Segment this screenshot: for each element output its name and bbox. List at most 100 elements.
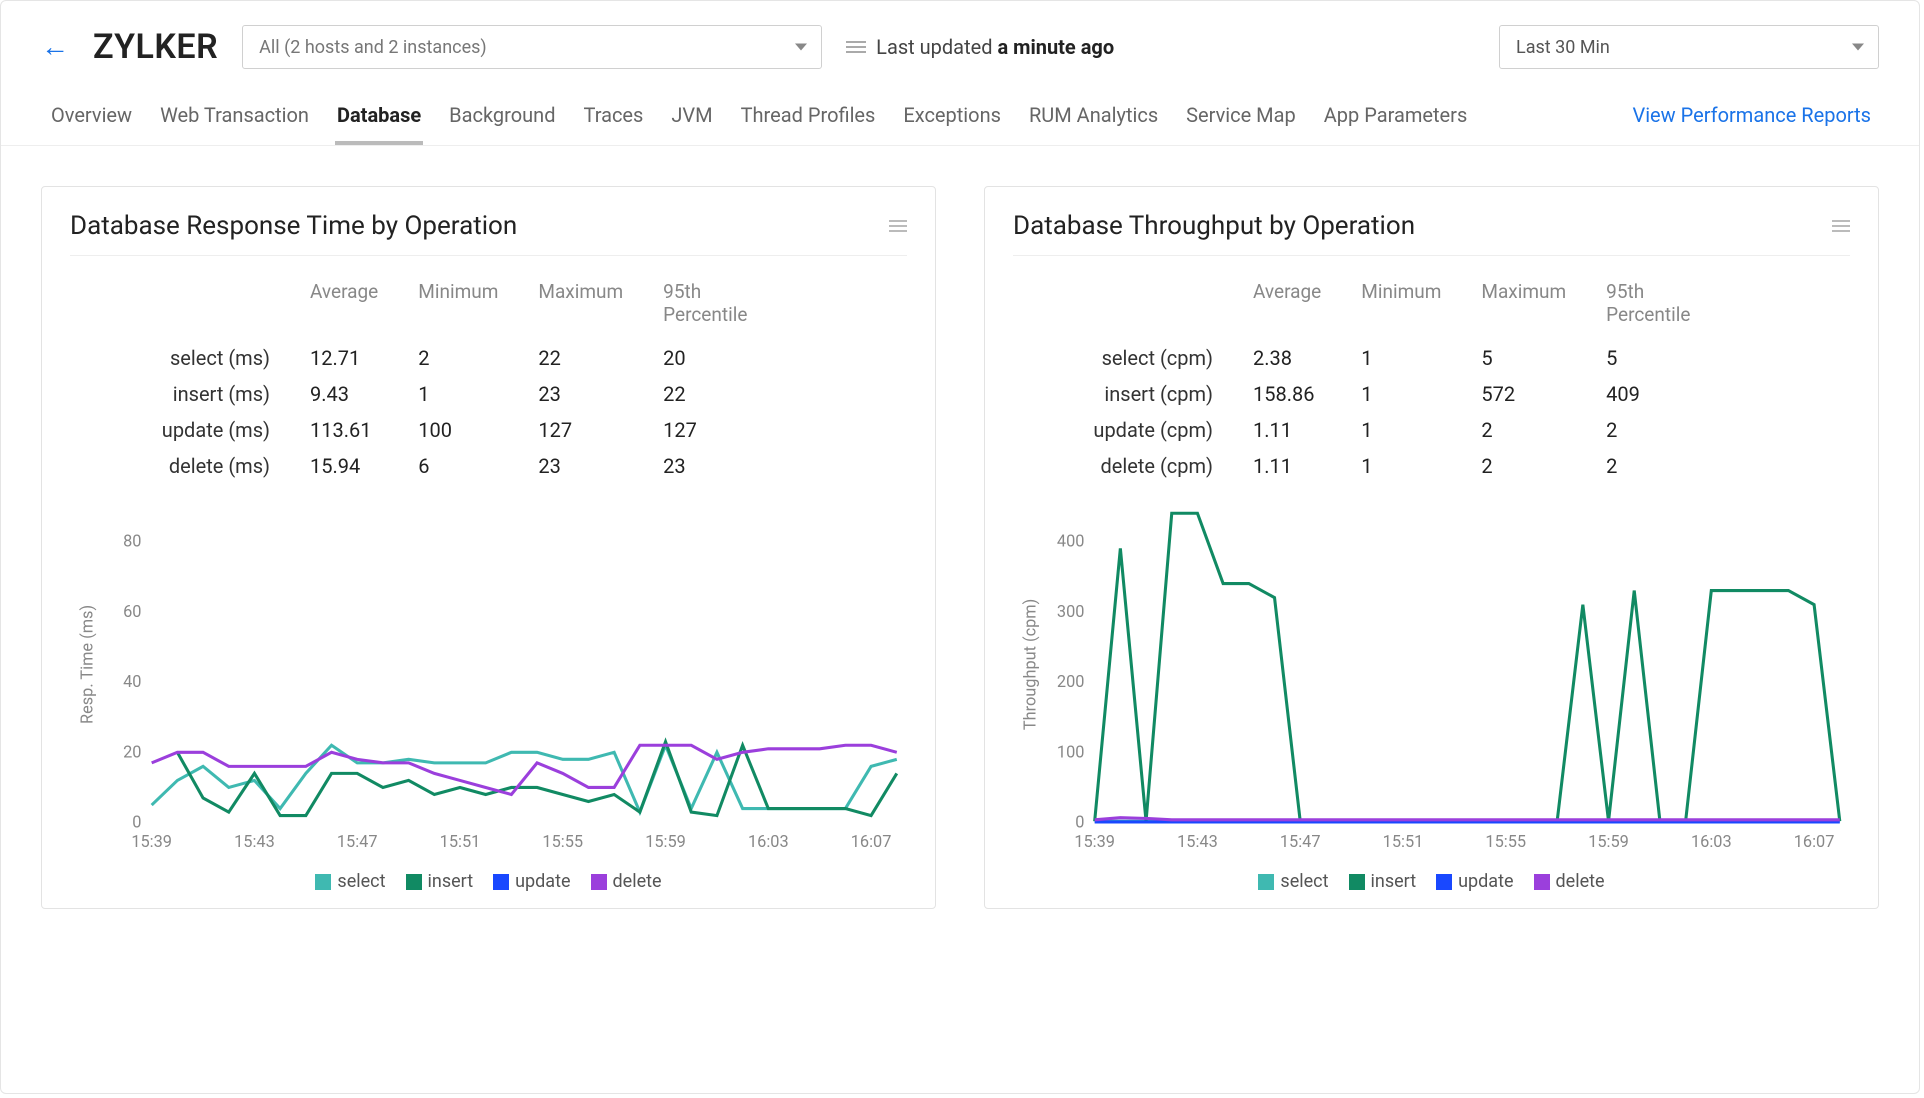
tab-service-map[interactable]: Service Map bbox=[1184, 93, 1298, 145]
cell-avg: 158.86 bbox=[1233, 376, 1341, 412]
menu-icon[interactable] bbox=[846, 38, 866, 56]
row-label: update (ms) bbox=[130, 412, 290, 448]
svg-text:20: 20 bbox=[123, 742, 141, 761]
legend-item-update[interactable]: update bbox=[493, 871, 570, 892]
col-header: Maximum bbox=[1461, 274, 1586, 340]
tab-background[interactable]: Background bbox=[447, 93, 557, 145]
time-range-select[interactable]: Last 30 Min bbox=[1499, 25, 1879, 69]
legend-item-select[interactable]: select bbox=[1258, 871, 1328, 892]
row-label: insert (cpm) bbox=[1073, 376, 1233, 412]
legend-item-update[interactable]: update bbox=[1436, 871, 1513, 892]
cell-avg: 9.43 bbox=[290, 376, 398, 412]
svg-text:15:47: 15:47 bbox=[1280, 832, 1321, 851]
col-header: 95thPercentile bbox=[643, 274, 763, 340]
legend-swatch bbox=[493, 874, 509, 890]
cell-max: 2 bbox=[1461, 412, 1586, 448]
panel-throughput: Database Throughput by Operation Average… bbox=[984, 186, 1879, 909]
svg-text:80: 80 bbox=[123, 531, 141, 550]
tab-rum-analytics[interactable]: RUM Analytics bbox=[1027, 93, 1160, 145]
cell-max: 22 bbox=[518, 340, 643, 376]
legend-label: select bbox=[337, 871, 385, 892]
panel-menu-icon[interactable] bbox=[889, 217, 907, 235]
panel-menu-icon[interactable] bbox=[1832, 217, 1850, 235]
cell-avg: 12.71 bbox=[290, 340, 398, 376]
legend-swatch bbox=[406, 874, 422, 890]
legend-item-select[interactable]: select bbox=[315, 871, 385, 892]
cell-max: 23 bbox=[518, 376, 643, 412]
host-filter-select[interactable]: All (2 hosts and 2 instances) bbox=[242, 25, 822, 69]
tab-thread-profiles[interactable]: Thread Profiles bbox=[739, 93, 878, 145]
svg-text:0: 0 bbox=[1075, 813, 1084, 832]
legend-label: delete bbox=[613, 871, 662, 892]
tab-exceptions[interactable]: Exceptions bbox=[901, 93, 1003, 145]
cell-min: 1 bbox=[1341, 412, 1461, 448]
col-header: 95thPercentile bbox=[1586, 274, 1706, 340]
host-filter-value: All (2 hosts and 2 instances) bbox=[259, 37, 487, 58]
legend-swatch bbox=[591, 874, 607, 890]
svg-text:15:55: 15:55 bbox=[1485, 832, 1526, 851]
last-updated-prefix: Last updated bbox=[876, 35, 997, 59]
legend-swatch bbox=[1349, 874, 1365, 890]
cell-max: 5 bbox=[1461, 340, 1586, 376]
tab-app-parameters[interactable]: App Parameters bbox=[1322, 93, 1470, 145]
cell-min: 1 bbox=[1341, 448, 1461, 484]
panel-title: Database Response Time by Operation bbox=[70, 211, 517, 241]
col-header: Minimum bbox=[398, 274, 518, 340]
svg-text:16:07: 16:07 bbox=[1794, 832, 1835, 851]
table-row: select (cpm)2.38155 bbox=[1073, 340, 1706, 376]
svg-text:100: 100 bbox=[1057, 742, 1085, 761]
tab-database[interactable]: Database bbox=[335, 93, 423, 145]
svg-text:Resp. Time (ms): Resp. Time (ms) bbox=[77, 605, 96, 724]
cell-min: 1 bbox=[1341, 340, 1461, 376]
panel-title: Database Throughput by Operation bbox=[1013, 211, 1415, 241]
row-label: insert (ms) bbox=[130, 376, 290, 412]
series-insert bbox=[1095, 513, 1840, 821]
cell-min: 1 bbox=[1341, 376, 1461, 412]
legend-label: insert bbox=[1371, 871, 1417, 892]
legend-item-delete[interactable]: delete bbox=[1534, 871, 1605, 892]
app-title: ZYLKER bbox=[93, 27, 218, 67]
back-icon[interactable]: ← bbox=[41, 33, 69, 61]
svg-text:15:43: 15:43 bbox=[234, 832, 275, 851]
svg-text:Throughput (cpm): Throughput (cpm) bbox=[1020, 599, 1039, 730]
chart-throughput: 0100200300400Throughput (cpm)15:3915:431… bbox=[1013, 496, 1850, 863]
tab-bar: Overview Web Transaction Database Backgroun… bbox=[1, 81, 1919, 146]
cell-max: 572 bbox=[1461, 376, 1586, 412]
svg-text:15:47: 15:47 bbox=[337, 832, 378, 851]
cell-p95: 5 bbox=[1586, 340, 1706, 376]
legend-swatch bbox=[1436, 874, 1452, 890]
legend-swatch bbox=[1258, 874, 1274, 890]
cell-min: 1 bbox=[398, 376, 518, 412]
table-row: insert (ms)9.4312322 bbox=[130, 376, 763, 412]
legend-label: update bbox=[515, 871, 570, 892]
chevron-down-icon bbox=[795, 44, 807, 51]
svg-text:16:03: 16:03 bbox=[748, 832, 789, 851]
legend-label: update bbox=[1458, 871, 1513, 892]
legend-item-insert[interactable]: insert bbox=[406, 871, 474, 892]
chevron-down-icon bbox=[1852, 44, 1864, 51]
legend-item-delete[interactable]: delete bbox=[591, 871, 662, 892]
chart-legend: select insert update delete bbox=[1013, 871, 1850, 892]
cell-avg: 15.94 bbox=[290, 448, 398, 484]
cell-min: 6 bbox=[398, 448, 518, 484]
cell-p95: 127 bbox=[643, 412, 763, 448]
tab-traces[interactable]: Traces bbox=[582, 93, 646, 145]
col-header: Average bbox=[1233, 274, 1341, 340]
tab-jvm[interactable]: JVM bbox=[669, 93, 714, 145]
legend-label: insert bbox=[428, 871, 474, 892]
table-row: insert (cpm)158.861572409 bbox=[1073, 376, 1706, 412]
view-performance-reports-link[interactable]: View Performance Reports bbox=[1630, 93, 1879, 145]
svg-text:16:07: 16:07 bbox=[851, 832, 892, 851]
row-label: select (ms) bbox=[130, 340, 290, 376]
legend-label: delete bbox=[1556, 871, 1605, 892]
cell-min: 2 bbox=[398, 340, 518, 376]
stats-table-throughput: AverageMinimumMaximum95thPercentileselec… bbox=[1073, 274, 1706, 484]
tab-overview[interactable]: Overview bbox=[49, 93, 134, 145]
table-row: delete (ms)15.9462323 bbox=[130, 448, 763, 484]
table-row: update (ms)113.61100127127 bbox=[130, 412, 763, 448]
svg-text:15:39: 15:39 bbox=[1074, 832, 1115, 851]
tab-web-transaction[interactable]: Web Transaction bbox=[158, 93, 311, 145]
legend-item-insert[interactable]: insert bbox=[1349, 871, 1417, 892]
svg-text:15:51: 15:51 bbox=[1383, 832, 1424, 851]
col-header: Maximum bbox=[518, 274, 643, 340]
